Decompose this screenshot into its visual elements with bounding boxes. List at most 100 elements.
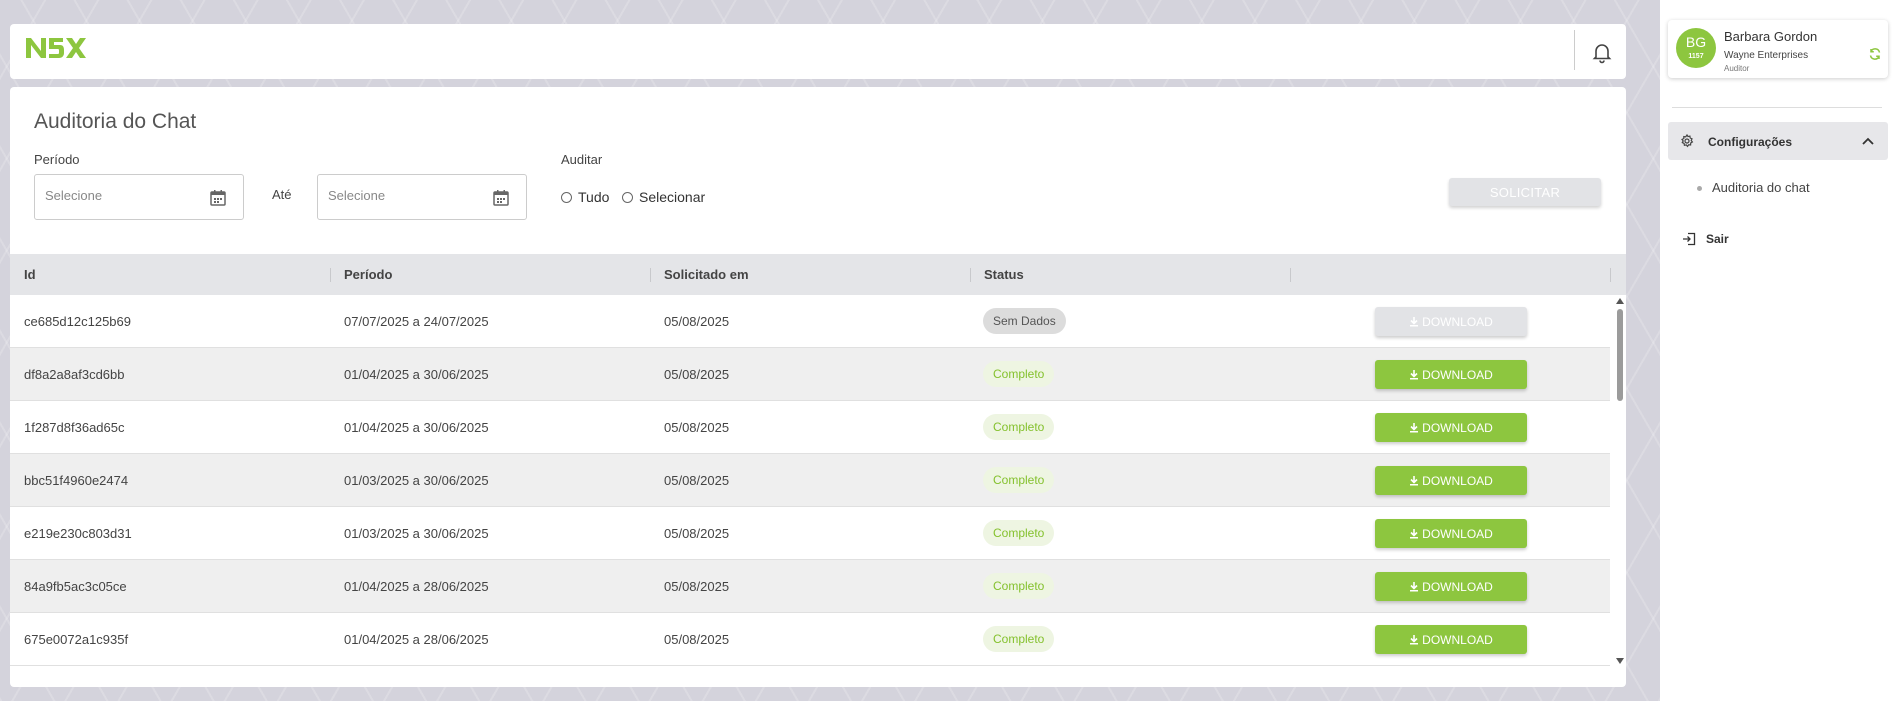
avatar-badge-number: 1157	[1688, 53, 1704, 60]
column-divider	[650, 268, 651, 282]
chevron-up-icon[interactable]	[1861, 134, 1875, 148]
radio-tudo[interactable]: Tudo	[561, 189, 609, 205]
start-date-field[interactable]	[34, 174, 244, 220]
download-icon	[1410, 475, 1419, 485]
download-icon	[1410, 634, 1419, 644]
cell-id: ce685d12c125b69	[24, 314, 131, 329]
cell-solicitado: 05/08/2025	[664, 473, 730, 488]
main-card: Auditoria do Chat Período Até Auditar Tu…	[10, 87, 1626, 687]
start-date-input[interactable]	[45, 188, 195, 203]
cell-solicitado: 05/08/2025	[664, 526, 730, 541]
table-row: ce685d12c125b69 07/07/2025 a 24/07/2025 …	[10, 295, 1610, 348]
radio-selecionar-label: Selecionar	[639, 189, 706, 205]
cell-solicitado: 05/08/2025	[664, 632, 730, 647]
calendar-icon[interactable]	[492, 189, 510, 207]
audit-table: Id Período Solicitado em Status ce685d12…	[10, 254, 1626, 687]
column-divider	[970, 268, 971, 282]
status-badge: Completo	[983, 626, 1055, 652]
gear-icon	[1681, 134, 1694, 148]
top-header	[10, 24, 1626, 79]
auditar-label: Auditar	[561, 152, 603, 167]
download-icon	[1410, 581, 1419, 591]
solicitar-button[interactable]: SOLICITAR	[1449, 178, 1601, 206]
download-icon	[1410, 369, 1419, 379]
cell-id: 675e0072a1c935f	[24, 632, 129, 647]
bell-icon[interactable]	[1590, 40, 1614, 64]
cell-periodo: 01/04/2025 a 30/06/2025	[344, 420, 489, 435]
right-sidebar: BG 1157 Barbara Gordon Wayne Enterprises…	[1660, 0, 1892, 701]
download-label: DOWNLOAD	[1422, 579, 1493, 594]
download-button[interactable]: DOWNLOAD	[1375, 413, 1527, 442]
column-header-status: Status	[984, 267, 1024, 282]
sidebar-subitem-auditoria-chat[interactable]: Auditoria do chat	[1712, 180, 1810, 195]
cell-id: 1f287d8f36ad65c	[24, 420, 125, 435]
table-header: Id Período Solicitado em Status	[10, 254, 1626, 295]
user-role: Auditor	[1724, 64, 1750, 73]
radio-circle[interactable]	[561, 191, 572, 203]
download-icon	[1410, 528, 1419, 538]
scroll-down-icon[interactable]	[1616, 658, 1624, 664]
table-row: 1f287d8f36ad65c 01/04/2025 a 30/06/2025 …	[10, 401, 1610, 454]
download-label: DOWNLOAD	[1422, 473, 1493, 488]
cell-periodo: 01/04/2025 a 28/06/2025	[344, 579, 489, 594]
download-button[interactable]: DOWNLOAD	[1375, 466, 1527, 495]
column-header-solicitado: Solicitado em	[664, 267, 749, 282]
cell-solicitado: 05/08/2025	[664, 420, 730, 435]
user-card[interactable]: BG 1157 Barbara Gordon Wayne Enterprises…	[1668, 20, 1888, 78]
end-date-field[interactable]	[317, 174, 527, 220]
sidebar-item-sair[interactable]: Sair	[1682, 232, 1729, 246]
header-divider	[1574, 30, 1575, 70]
sidebar-divider	[1672, 107, 1882, 108]
cell-periodo: 01/03/2025 a 30/06/2025	[344, 473, 489, 488]
status-badge: Completo	[983, 520, 1055, 546]
download-button[interactable]: DOWNLOAD	[1375, 360, 1527, 389]
table-row: bbc51f4960e2474 01/03/2025 a 30/06/2025 …	[10, 454, 1610, 507]
download-button[interactable]: DOWNLOAD	[1375, 307, 1527, 336]
download-button[interactable]: DOWNLOAD	[1375, 625, 1527, 654]
cell-solicitado: 05/08/2025	[664, 314, 730, 329]
submenu-bullet	[1697, 186, 1702, 191]
status-badge: Completo	[983, 573, 1055, 599]
table-body: ce685d12c125b69 07/07/2025 a 24/07/2025 …	[10, 295, 1610, 667]
ate-label: Até	[272, 187, 292, 202]
avatar-initials: BG	[1685, 34, 1707, 50]
status-badge: Completo	[983, 467, 1055, 493]
cell-solicitado: 05/08/2025	[664, 579, 730, 594]
periodo-label: Período	[34, 152, 80, 167]
download-label: DOWNLOAD	[1422, 314, 1493, 329]
table-scrollbar[interactable]	[1614, 295, 1626, 667]
radio-circle[interactable]	[622, 191, 633, 203]
status-badge: Completo	[983, 361, 1055, 387]
cell-id: bbc51f4960e2474	[24, 473, 129, 488]
sidebar-item-configuracoes[interactable]: Configurações	[1668, 122, 1888, 160]
scroll-up-icon[interactable]	[1616, 298, 1624, 304]
user-name: Barbara Gordon	[1724, 29, 1818, 44]
status-badge: Completo	[983, 414, 1055, 440]
download-label: DOWNLOAD	[1422, 367, 1493, 382]
download-button[interactable]: DOWNLOAD	[1375, 519, 1527, 548]
column-divider	[1610, 268, 1611, 282]
table-row: e219e230c803d31 01/03/2025 a 30/06/2025 …	[10, 507, 1610, 560]
download-icon	[1410, 316, 1419, 326]
sidebar-item-label: Sair	[1706, 232, 1729, 246]
download-label: DOWNLOAD	[1422, 420, 1493, 435]
calendar-icon[interactable]	[209, 189, 227, 207]
sync-icon[interactable]	[1868, 47, 1882, 61]
cell-id: df8a2a8af3cd6bb	[24, 367, 125, 382]
column-divider	[1290, 268, 1291, 282]
exit-icon	[1683, 232, 1696, 246]
cell-periodo: 01/03/2025 a 30/06/2025	[344, 526, 489, 541]
cell-periodo: 07/07/2025 a 24/07/2025	[344, 314, 489, 329]
scroll-thumb[interactable]	[1617, 309, 1623, 401]
cell-periodo: 01/04/2025 a 30/06/2025	[344, 367, 489, 382]
cell-periodo: 01/04/2025 a 28/06/2025	[344, 632, 489, 647]
download-button[interactable]: DOWNLOAD	[1375, 572, 1527, 601]
column-divider	[330, 268, 331, 282]
n5x-logo[interactable]	[24, 34, 86, 65]
table-row: 675e0072a1c935f 01/04/2025 a 28/06/2025 …	[10, 613, 1610, 666]
user-company: Wayne Enterprises	[1724, 50, 1809, 61]
page-title: Auditoria do Chat	[34, 110, 197, 133]
avatar: BG 1157	[1676, 28, 1716, 68]
end-date-input[interactable]	[328, 188, 478, 203]
radio-selecionar[interactable]: Selecionar	[622, 189, 705, 205]
